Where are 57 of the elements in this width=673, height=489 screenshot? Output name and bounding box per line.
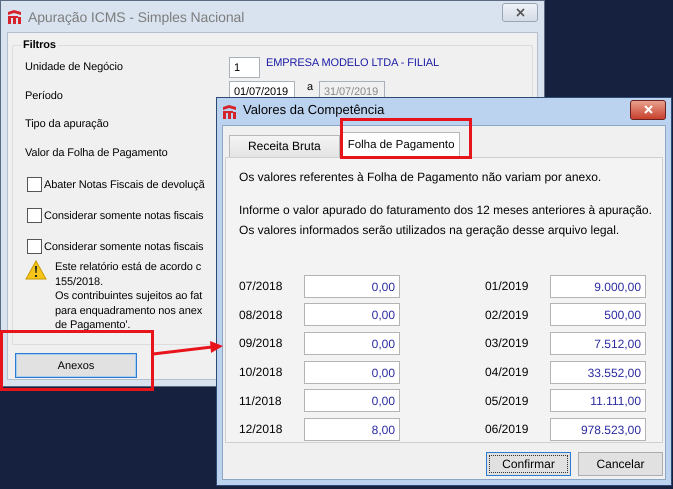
checkbox[interactable]: [27, 239, 42, 254]
warning-icon: [25, 260, 47, 280]
period-label: 05/2019: [485, 394, 530, 408]
pointer-arrow: [152, 338, 224, 358]
field-label: Unidade de Negócio: [25, 61, 124, 74]
window-title: Apuração ICMS - Simples Nacional: [28, 8, 244, 24]
tab[interactable]: Receita Bruta: [229, 135, 340, 157]
field-label: Valor da Folha de Pagamento: [25, 146, 169, 159]
period-label: 07/2018: [239, 279, 284, 294]
dialog-button[interactable]: Confirmar: [486, 452, 571, 476]
dialog-title: Valores da Competência: [243, 102, 384, 117]
checkbox[interactable]: [27, 177, 42, 192]
close-button[interactable]: [630, 100, 666, 120]
value-field[interactable]: 0,00: [304, 274, 400, 298]
field-label: Tipo da apuração: [25, 118, 110, 130]
checkbox[interactable]: [27, 208, 42, 223]
business-name: EMPRESA MODELO LTDA - FILIAL: [266, 56, 440, 69]
value-field[interactable]: 978.523,00: [550, 418, 646, 441]
period-label: 04/2019: [485, 365, 530, 380]
intro-text: Os valores referentes à Folha de Pagamento não variam por anexo.: [239, 169, 602, 186]
checkbox-label: Considerar somente notas fiscais: [44, 210, 204, 222]
period-label: 09/2018: [239, 336, 284, 350]
period-label: 08/2018: [239, 308, 284, 322]
value-field[interactable]: 33.552,00: [550, 360, 646, 384]
close-button[interactable]: [502, 3, 538, 22]
value-field[interactable]: 0,00: [304, 332, 400, 355]
value-field[interactable]: 0,00: [304, 303, 400, 326]
field-label: Período: [25, 90, 64, 102]
value-field[interactable]: 11.111,00: [550, 389, 646, 412]
info-text: Os valores informados serão utilizados na geração desse arquivo legal.: [239, 222, 620, 239]
period-label: 10/2018: [239, 365, 284, 380]
checkbox-label: Abater Notas Fiscais de devoluçã: [44, 178, 205, 190]
value-field[interactable]: 500,00: [550, 303, 646, 326]
value-field[interactable]: 8,00: [304, 418, 400, 441]
logo-icon: [222, 104, 237, 120]
code-field[interactable]: 1: [229, 56, 260, 78]
value-field[interactable]: 0,00: [304, 389, 400, 412]
value-field[interactable]: 9.000,00: [550, 274, 646, 298]
period-label: 01/2019: [485, 279, 530, 294]
close-icon: [644, 105, 652, 114]
logo-icon: [7, 8, 22, 24]
close-icon: [516, 8, 524, 17]
annexes-button[interactable]: Anexos: [15, 353, 137, 378]
value-field[interactable]: 0,00: [304, 360, 400, 384]
dialog-button[interactable]: Cancelar: [578, 452, 663, 476]
warning-text: Este relatório está de acordo c 155/2018. Os contribuintes sujeitos ao fat para enquadramento nos anex de Pagamento'.: [55, 260, 202, 332]
period-label: 02/2019: [485, 308, 530, 322]
checkbox-label: Considerar somente notas fiscais: [44, 240, 204, 252]
period-label: 11/2018: [239, 394, 282, 408]
period-label: 12/2018: [239, 422, 284, 436]
period-label: 03/2019: [485, 336, 530, 350]
range-separator: a: [307, 81, 314, 94]
info-text: Informe o valor apurado do faturamento dos 12 meses anteriores à apuração.: [239, 202, 653, 219]
group-title: Filtros: [22, 39, 57, 51]
value-field[interactable]: 7.512,00: [550, 332, 646, 355]
period-label: 06/2019: [485, 422, 530, 436]
tab[interactable]: Folha de Pagamento: [342, 132, 460, 158]
